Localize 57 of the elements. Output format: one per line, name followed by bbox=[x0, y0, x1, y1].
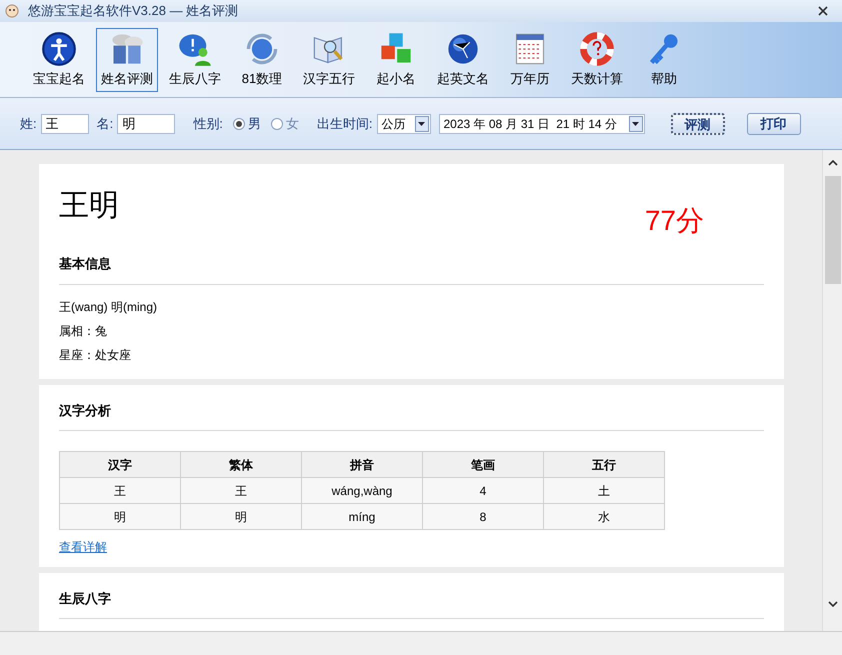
column-header: 拼音 bbox=[302, 452, 422, 478]
scrollbar-thumb[interactable] bbox=[824, 176, 840, 284]
section-heading: 基本信息 bbox=[59, 254, 764, 284]
toolbar-button[interactable]: 生辰八字 bbox=[164, 28, 226, 92]
evaluated-name: 王明 bbox=[59, 188, 119, 224]
score-text: 77分 bbox=[644, 204, 704, 238]
toolbar-button[interactable]: 天数计算 bbox=[566, 28, 628, 92]
table-cell: wáng,wàng bbox=[302, 478, 422, 504]
datetime-picker[interactable]: 2023 年 08 月 31 日 21 时 14 分 bbox=[438, 114, 644, 134]
table-cell: 4 bbox=[422, 478, 544, 504]
scrollbar[interactable] bbox=[822, 150, 842, 631]
surname-field[interactable]: 王 bbox=[40, 114, 89, 134]
section-heading: 汉字分析 bbox=[59, 400, 764, 431]
toolbar-button[interactable]: 宝宝起名 bbox=[28, 28, 90, 92]
column-header: 繁体 bbox=[180, 452, 302, 478]
column-header: 笔画 bbox=[422, 452, 544, 478]
toolbar-button[interactable]: 姓名评测 bbox=[96, 28, 158, 92]
accessibility-icon bbox=[41, 30, 77, 67]
baby-face-icon bbox=[4, 3, 20, 19]
info-text: 星座：处女座 bbox=[59, 346, 132, 364]
given-name-label: 名: bbox=[96, 114, 114, 133]
column-header: 五行 bbox=[544, 452, 664, 478]
gender-label: 性别: bbox=[193, 114, 223, 133]
dropdown-arrow-icon bbox=[418, 122, 425, 126]
toolbar-button[interactable]: 汉字五行 bbox=[298, 28, 360, 92]
column-header: 汉字 bbox=[60, 452, 180, 478]
toolbar-button[interactable]: 81数理 bbox=[232, 28, 292, 92]
toolbar-button[interactable]: 万年历 bbox=[500, 28, 560, 92]
table-cell: 明 bbox=[180, 504, 302, 530]
table-cell: míng bbox=[302, 504, 422, 530]
info-text: 属相：兔 bbox=[59, 322, 108, 340]
calendar-dropdown[interactable]: 公历 bbox=[376, 114, 430, 134]
toolbar-button[interactable]: 起英文名 bbox=[432, 28, 494, 92]
table-cell: 王 bbox=[60, 478, 180, 504]
dropdown-arrow-icon bbox=[632, 122, 639, 126]
details-link[interactable]: 查看详解 bbox=[59, 538, 107, 556]
toolbar-button[interactable]: 帮助 bbox=[634, 28, 694, 92]
scroll-down-icon[interactable] bbox=[828, 601, 838, 607]
table-cell: 水 bbox=[544, 504, 664, 530]
info-text: 王(wang) 明(ming) bbox=[59, 298, 158, 316]
birth-time-label: 出生时间: bbox=[316, 114, 372, 133]
action-button[interactable]: 打印 bbox=[746, 112, 800, 134]
section-heading: 生辰八字 bbox=[59, 588, 764, 619]
table-cell: 土 bbox=[544, 478, 664, 504]
table-cell: 8 bbox=[422, 504, 544, 530]
given-name-field[interactable]: 明 bbox=[117, 114, 176, 134]
gender-radio[interactable]: 男 bbox=[232, 114, 261, 134]
scroll-up-icon[interactable] bbox=[828, 160, 838, 166]
globe-arrows-icon bbox=[244, 30, 280, 67]
lifebuoy-icon bbox=[579, 30, 615, 67]
window-title: 悠游宝宝起名软件V3.28 — 姓名评测 bbox=[28, 2, 238, 20]
close-icon bbox=[818, 6, 828, 16]
toolbar-button[interactable]: 起小名 bbox=[366, 28, 426, 92]
table-cell: 明 bbox=[60, 504, 180, 530]
action-button[interactable]: 评测 bbox=[670, 112, 724, 134]
table-cell: 王 bbox=[180, 478, 302, 504]
surname-label: 姓: bbox=[20, 114, 37, 133]
